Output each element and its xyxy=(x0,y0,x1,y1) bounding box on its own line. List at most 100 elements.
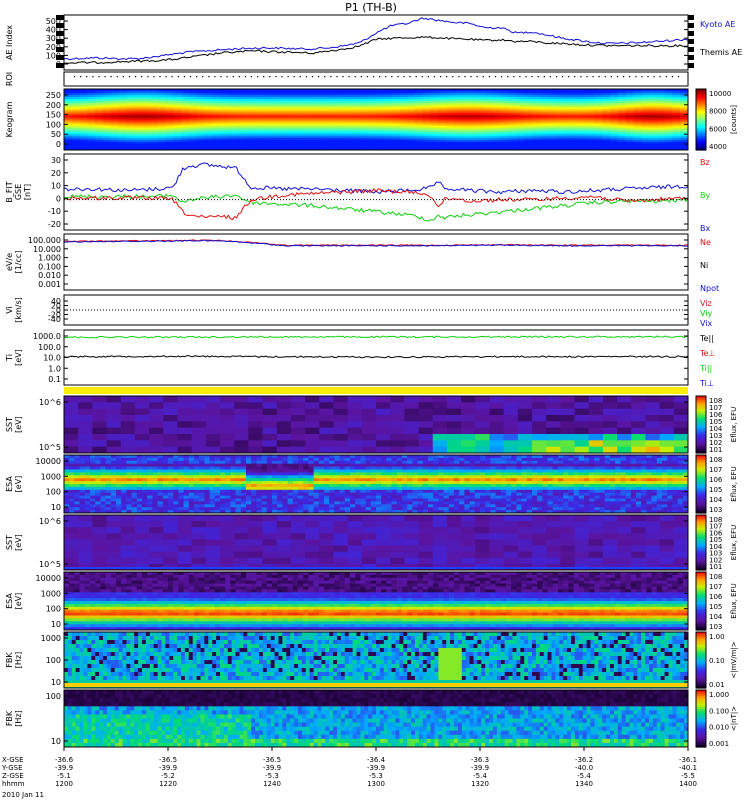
esa-e-cell xyxy=(469,501,476,505)
sst-e-cell xyxy=(361,421,377,429)
esa-e-cell xyxy=(329,489,335,494)
esa-e-cell xyxy=(157,484,164,488)
esa-e-cell xyxy=(235,466,242,470)
esa-e-cell xyxy=(230,484,237,488)
esa-e-cell xyxy=(443,455,450,459)
sst-e-cell xyxy=(234,421,249,429)
esa-e-cell xyxy=(422,504,429,508)
esa-e-cell xyxy=(396,463,403,468)
esa-e-cell xyxy=(136,492,143,497)
esa-e-cell xyxy=(344,463,351,468)
esa-e-cell xyxy=(360,507,367,511)
roi-dot xyxy=(440,76,442,78)
esa-e-cell xyxy=(183,495,190,499)
esa-e-cell xyxy=(142,498,148,502)
roi-dot xyxy=(592,76,594,78)
esa-e-cell xyxy=(266,498,273,502)
roi-dot xyxy=(244,76,246,78)
esa-e-cell xyxy=(110,504,117,508)
esa-e-cell xyxy=(324,481,330,485)
esa-e-cell xyxy=(251,472,257,476)
esa-e-cell xyxy=(95,484,101,488)
esa-e-cell xyxy=(370,460,377,465)
sst-e-cell xyxy=(120,446,136,454)
esa-e-cell xyxy=(266,455,273,459)
esa-e-cell xyxy=(220,492,226,497)
esa-e-cell xyxy=(485,469,491,473)
esa-e-cell xyxy=(537,484,543,488)
sst-e-cell xyxy=(64,427,79,435)
esa-e-cell xyxy=(199,478,205,482)
esa-e-cell xyxy=(386,478,393,482)
esa-e-cell xyxy=(121,504,127,508)
esa-e-cell xyxy=(225,472,231,476)
sst-e-cell xyxy=(163,427,178,435)
esa-e-cell xyxy=(480,486,486,491)
esa-e-cell xyxy=(157,504,164,508)
esa-e-cell xyxy=(308,501,315,505)
sst-e-cell xyxy=(489,427,505,435)
esa-e-cell xyxy=(251,463,257,468)
esa-e-cell xyxy=(131,489,138,494)
esa-e-cell xyxy=(84,495,91,499)
esa-e-cell xyxy=(350,460,356,465)
esa-e-cell xyxy=(448,463,455,468)
esa-e-cell xyxy=(131,498,138,502)
esa-e-cell xyxy=(391,478,398,482)
roi-dot xyxy=(452,76,454,78)
sst-e-cell xyxy=(220,434,235,441)
esa-e-cell xyxy=(313,457,320,462)
sst-e-cell xyxy=(64,446,79,454)
esa-e-cell xyxy=(69,469,75,473)
esa-e-cell xyxy=(537,469,543,473)
esa-e-cell xyxy=(355,455,361,459)
esa-e-cell xyxy=(417,501,424,505)
esa-e-cell xyxy=(360,478,367,482)
esa-e-cell xyxy=(433,463,439,468)
esa-e-cell xyxy=(537,466,543,470)
esa-e-cell xyxy=(199,498,205,502)
sst-e-cell xyxy=(432,402,448,410)
esa-e-cell xyxy=(422,457,429,462)
sst-e-cell xyxy=(134,421,150,429)
figure: P1 (TH-B) 5004003002001000AE IndexKyoto … xyxy=(1,1,742,799)
esa-e-cell xyxy=(365,507,372,511)
esa-e-cell xyxy=(396,486,403,491)
esa-e-cell xyxy=(495,478,502,482)
sst-e-cell xyxy=(64,421,79,429)
esa-e-cell xyxy=(386,492,393,497)
sst-e-cell xyxy=(532,402,547,410)
esa-e-cell xyxy=(142,495,148,499)
esa-e-cell xyxy=(360,501,367,505)
esa-e-cell xyxy=(168,475,174,479)
sst-e-cell xyxy=(617,440,632,448)
esa-e-cell xyxy=(303,495,309,499)
sst-e-cell xyxy=(673,446,689,454)
esa-e-cell xyxy=(116,457,122,462)
esa-e-cell xyxy=(516,507,523,511)
roi-dot xyxy=(623,76,625,78)
esa-e-cell xyxy=(448,475,455,479)
esa-e-cell xyxy=(417,463,424,468)
esa-e-cell xyxy=(516,501,523,505)
sst-e-cell xyxy=(517,427,533,435)
esa-e-cell xyxy=(350,469,356,473)
esa-e-cell xyxy=(365,489,372,494)
esa-e-cell xyxy=(532,478,538,482)
esa-e-cell xyxy=(391,463,398,468)
esa-e-cell xyxy=(422,501,429,505)
esa-e-cell xyxy=(313,489,320,494)
sst-e-cell xyxy=(92,434,108,441)
esa-e-cell xyxy=(459,463,465,468)
esa-e-cell xyxy=(365,498,372,502)
esa-e-cell xyxy=(381,469,387,473)
esa-e-cell xyxy=(168,486,174,491)
sst-e-cell xyxy=(390,421,405,429)
esa-e-cell xyxy=(454,486,460,491)
esa-e-cell xyxy=(126,466,133,470)
esa-e-cell xyxy=(308,475,315,479)
esa-e-cell xyxy=(199,481,205,485)
sst-e-cell xyxy=(503,402,519,410)
roi-dot xyxy=(549,76,551,78)
esa-e-cell xyxy=(214,484,221,488)
